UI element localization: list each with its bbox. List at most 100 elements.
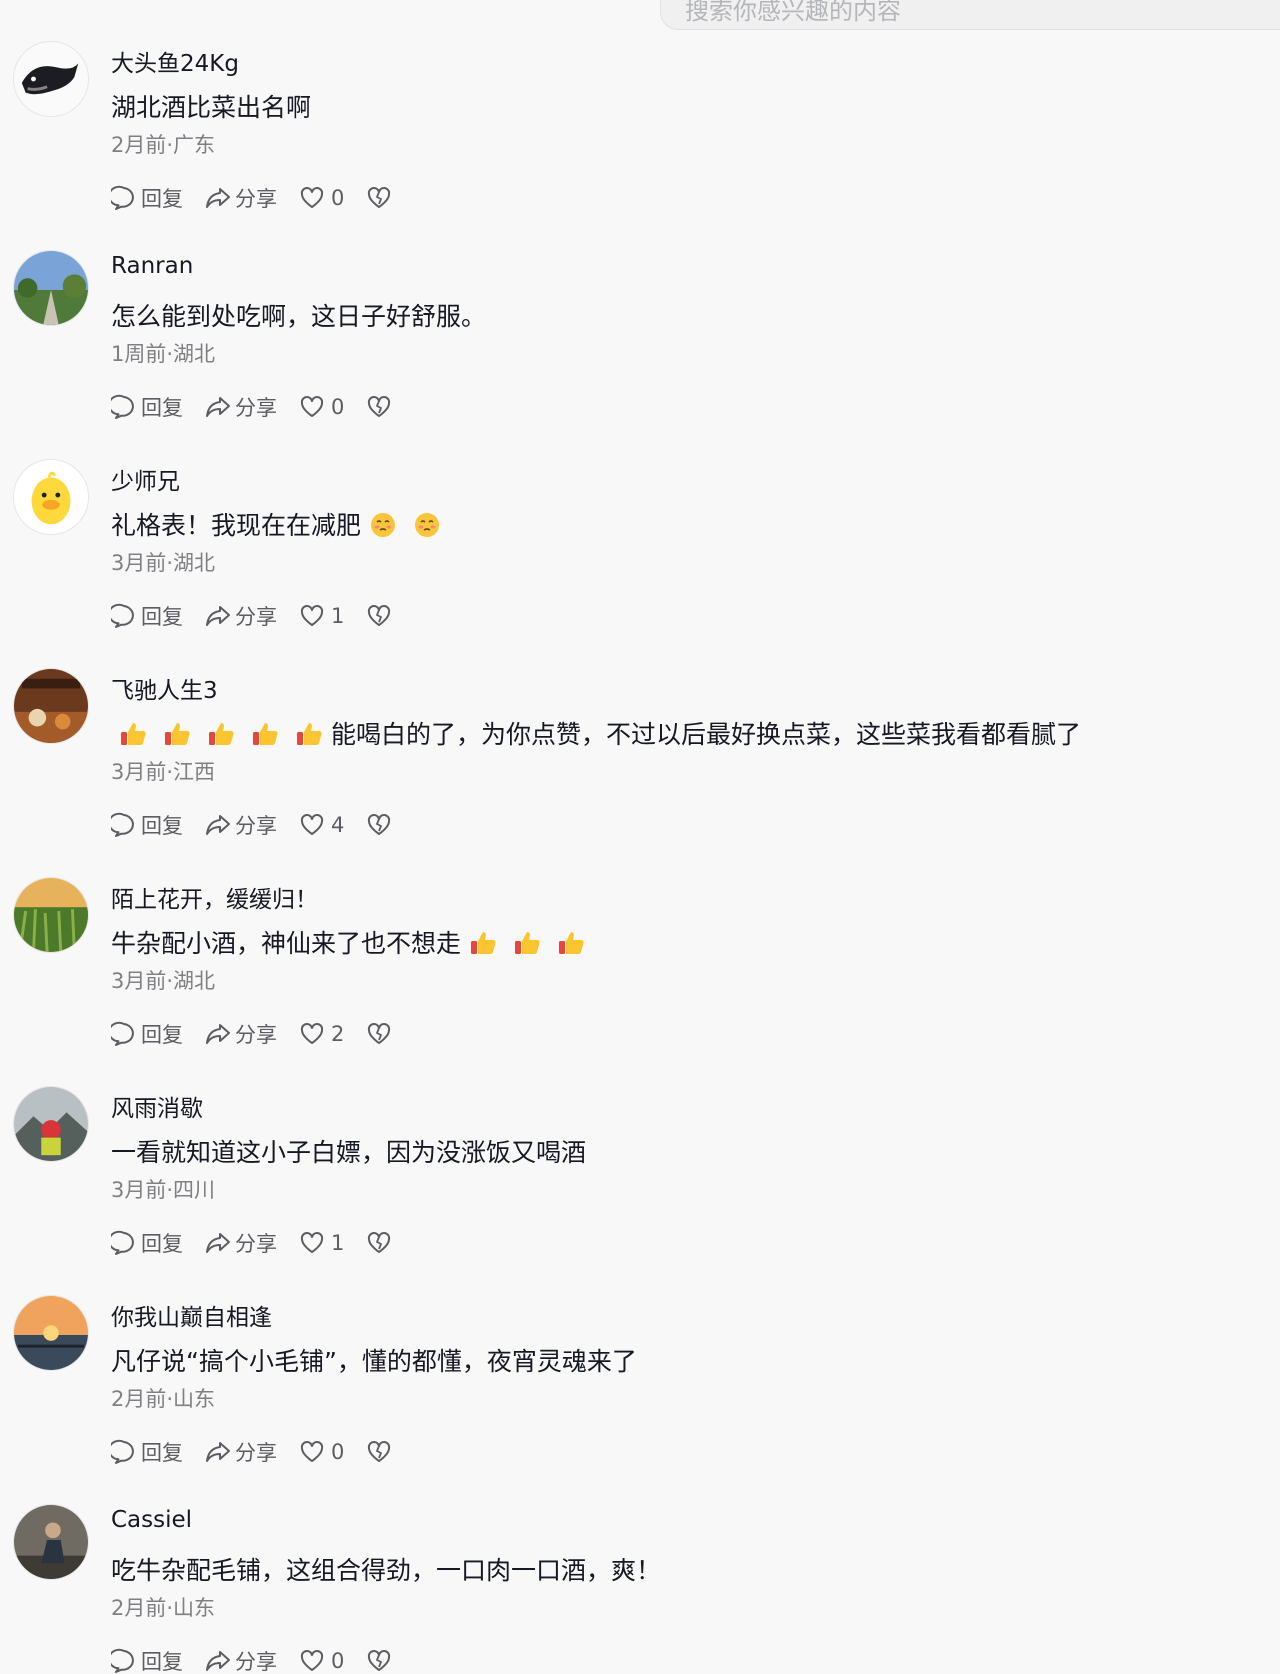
like-button[interactable]: 0	[299, 1439, 344, 1465]
reply-icon	[111, 1648, 134, 1673]
dislike-button[interactable]	[366, 603, 392, 629]
share-button[interactable]: 分享	[205, 810, 277, 840]
reply-button[interactable]: 回复	[111, 601, 183, 631]
comment-author[interactable]: Cassiel	[111, 1507, 192, 1533]
like-count: 1	[331, 1231, 345, 1255]
reply-label: 回复	[141, 814, 183, 838]
person-avatar[interactable]	[13, 1504, 89, 1580]
reply-icon	[111, 1439, 134, 1464]
comment-author[interactable]: 风雨消歇	[111, 1089, 203, 1123]
reply-button[interactable]: 回复	[111, 1228, 183, 1258]
sunset-avatar[interactable]	[13, 1295, 89, 1371]
broken-heart-icon	[368, 1440, 391, 1462]
share-label: 分享	[235, 1650, 277, 1674]
reply-label: 回复	[141, 605, 183, 629]
like-button[interactable]: 0	[299, 394, 344, 420]
share-icon	[206, 606, 230, 626]
comment-actions: 回复 分享 0	[111, 392, 414, 422]
comment-actions: 回复 分享 1	[111, 601, 414, 631]
heart-icon	[300, 1231, 324, 1253]
comment-actions: 回复 分享 0	[111, 183, 414, 213]
comment-author[interactable]: 飞驰人生3	[111, 671, 218, 705]
share-icon	[206, 397, 230, 417]
reply-button[interactable]: 回复	[111, 1437, 183, 1467]
share-button[interactable]: 分享	[205, 392, 277, 422]
comment-actions: 回复 分享 2	[111, 1019, 414, 1049]
like-button[interactable]: 1	[299, 1230, 344, 1256]
share-button[interactable]: 分享	[205, 1228, 277, 1258]
dislike-button[interactable]	[366, 1439, 392, 1465]
broken-heart-icon	[368, 1231, 391, 1253]
reply-label: 回复	[141, 187, 183, 211]
comment-item: 风雨消歇 一看就知道这小子白嫖，因为没涨饭又喝酒 3月前·四川 回复 分享 1	[0, 1083, 1280, 1292]
dislike-button[interactable]	[366, 185, 392, 211]
comment-actions: 回复 分享 0	[111, 1437, 414, 1467]
comment-author[interactable]: 你我山巅自相逢	[111, 1298, 272, 1332]
heart-icon	[300, 395, 324, 417]
share-label: 分享	[235, 1441, 277, 1465]
reply-icon	[111, 603, 134, 628]
reply-button[interactable]: 回复	[111, 392, 183, 422]
reply-button[interactable]: 回复	[111, 1646, 183, 1674]
comment-meta: 1周前·湖北	[111, 342, 216, 366]
comment-item: 大头鱼24Kg 湖北酒比菜出名啊 2月前·广东 回复 分享 0	[0, 38, 1280, 247]
share-icon	[206, 1233, 230, 1253]
like-count: 1	[331, 604, 345, 628]
like-button[interactable]: 4	[299, 812, 344, 838]
like-count: 4	[331, 813, 345, 837]
comment-item: Cassiel 吃牛杂配毛铺，这组合得劲，一口肉一口酒，爽！ 2月前·山东 回复…	[0, 1501, 1280, 1674]
like-button[interactable]: 0	[299, 1648, 344, 1674]
share-label: 分享	[235, 605, 277, 629]
pleading-face-emoji	[415, 513, 440, 537]
dislike-button[interactable]	[366, 812, 392, 838]
share-button[interactable]: 分享	[205, 1437, 277, 1467]
comment-meta: 3月前·江西	[111, 760, 216, 784]
comment-actions: 回复 分享 4	[111, 810, 414, 840]
dislike-button[interactable]	[366, 394, 392, 420]
comment-text: 怎么能到处吃啊，这日子好舒服。	[111, 302, 487, 331]
share-button[interactable]: 分享	[205, 1646, 277, 1674]
like-button[interactable]: 1	[299, 603, 344, 629]
share-button[interactable]: 分享	[205, 601, 277, 631]
comment-text-content: 能喝白的了，为你点赞，不过以后最好换点菜，这些菜我看都看腻了	[331, 720, 1082, 749]
restaurant-avatar[interactable]	[13, 668, 89, 744]
comment-author[interactable]: 大头鱼24Kg	[111, 44, 239, 78]
comment-item: 陌上花开，缓缓归！ 牛杂配小酒，神仙来了也不想走 3月前·湖北 回复 分享 2	[0, 874, 1280, 1083]
broken-heart-icon	[368, 813, 391, 835]
share-icon	[206, 188, 230, 208]
reply-label: 回复	[141, 1232, 183, 1256]
comment-actions: 回复 分享 0	[111, 1646, 414, 1674]
share-button[interactable]: 分享	[205, 183, 277, 213]
heart-icon	[300, 604, 324, 626]
dislike-button[interactable]	[366, 1648, 392, 1674]
like-count: 0	[331, 1649, 345, 1673]
mountain-avatar[interactable]	[13, 1086, 89, 1162]
comment-author[interactable]: Ranran	[111, 253, 193, 279]
comment-text-content: 礼格表！我现在在减肥	[111, 511, 362, 540]
comment-item: 你我山巅自相逢 凡仔说“搞个小毛铺”，懂的都懂，夜宵灵魂来了 2月前·山东 回复…	[0, 1292, 1280, 1501]
reply-button[interactable]: 回复	[111, 183, 183, 213]
reply-button[interactable]: 回复	[111, 1019, 183, 1049]
comment-author[interactable]: 陌上花开，缓缓归！	[111, 880, 318, 914]
broken-heart-icon	[368, 395, 391, 417]
rice-field-avatar[interactable]	[13, 877, 89, 953]
share-label: 分享	[235, 814, 277, 838]
reply-button[interactable]: 回复	[111, 810, 183, 840]
comment-author[interactable]: 少师兄	[111, 462, 180, 496]
dislike-button[interactable]	[366, 1021, 392, 1047]
like-button[interactable]: 0	[299, 185, 344, 211]
fish-avatar[interactable]	[13, 41, 89, 117]
comment-meta: 3月前·湖北	[111, 969, 216, 993]
search-input[interactable]: 搜索你感兴趣的内容	[660, 0, 1280, 30]
reply-label: 回复	[141, 396, 183, 420]
like-button[interactable]: 2	[299, 1021, 344, 1047]
comment-item: Ranran 怎么能到处吃啊，这日子好舒服。 1周前·湖北 回复 分享 0	[0, 247, 1280, 456]
comment-item: 少师兄 礼格表！我现在在减肥 3月前·湖北 回复 分享 1	[0, 456, 1280, 665]
duck-avatar[interactable]	[13, 459, 89, 535]
dislike-button[interactable]	[366, 1230, 392, 1256]
share-button[interactable]: 分享	[205, 1019, 277, 1049]
thumbs-up-emoji	[253, 723, 278, 745]
park-avatar[interactable]	[13, 250, 89, 326]
comment-text: 湖北酒比菜出名啊	[111, 93, 312, 122]
thumbs-up-emoji	[121, 723, 146, 745]
